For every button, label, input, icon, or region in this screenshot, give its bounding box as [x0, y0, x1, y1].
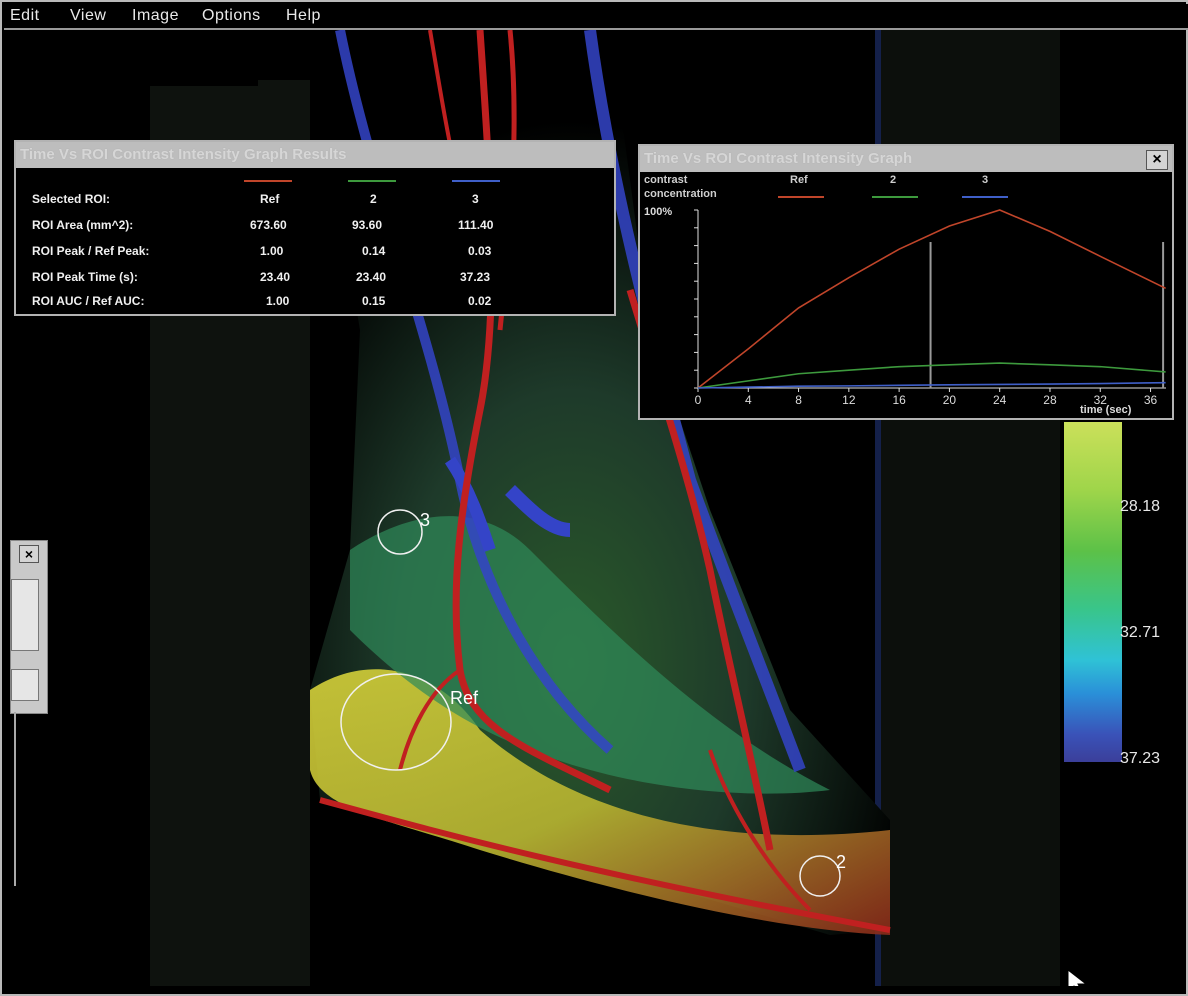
cursor-arrow-icon — [1067, 968, 1088, 986]
row-label: Selected ROI: — [32, 192, 111, 206]
results-panel-title[interactable]: Time Vs ROI Contrast Intensity Graph Res… — [16, 142, 614, 168]
row-value: Ref — [260, 192, 280, 206]
x-tick-label: 16 — [892, 393, 906, 407]
app-window: Edit View Image Options Help 3 Ref 2 Tim… — [0, 0, 1188, 996]
row-value: 1.00 — [260, 244, 284, 258]
results-row: ROI AUC / Ref AUC: 1.00 0.15 0.02 — [32, 294, 608, 314]
series-line-3 — [697, 381, 1166, 389]
row-value: 3 — [472, 192, 479, 206]
row-value: 673.60 — [250, 218, 287, 232]
x-axis-label: time (sec) — [1080, 404, 1132, 416]
roi-2-label: 2 — [836, 852, 847, 872]
row-value: 0.15 — [362, 294, 386, 308]
x-tick-label: 20 — [943, 393, 957, 407]
x-tick-label: 12 — [842, 393, 856, 407]
x-tick-label: 8 — [795, 393, 802, 407]
side-tool-panel[interactable]: × — [10, 540, 48, 714]
row-value: 1.00 — [266, 294, 290, 308]
row-value: 111.40 — [458, 218, 494, 232]
results-row: ROI Area (mm^2): 673.60 93.60 111.40 — [32, 218, 608, 238]
row-value: 0.03 — [468, 244, 492, 258]
roi-3-label: 3 — [420, 510, 431, 530]
row-label: ROI Area (mm^2): — [32, 218, 134, 232]
legend-line-3 — [452, 180, 500, 182]
row-value: 37.23 — [460, 270, 491, 284]
x-tick-label: 24 — [993, 393, 1007, 407]
colorbar-label: 37.23 — [1120, 750, 1161, 767]
legend-line-2 — [348, 180, 396, 182]
row-value: 23.40 — [356, 270, 387, 284]
menu-edit[interactable]: Edit — [10, 7, 40, 25]
legend-line-ref — [244, 180, 292, 182]
menu-help[interactable]: Help — [286, 7, 321, 25]
colorbar-label: 32.71 — [1120, 624, 1161, 641]
contrast-graph-plot: 0 4 8 12 16 20 24 28 32 36 — [694, 209, 1166, 407]
results-panel[interactable]: Time Vs ROI Contrast Intensity Graph Res… — [14, 140, 616, 316]
time-colorbar — [1064, 422, 1122, 762]
row-label: ROI AUC / Ref AUC: — [32, 294, 145, 308]
series-line-ref — [697, 209, 1166, 389]
row-label: ROI Peak / Ref Peak: — [32, 244, 150, 258]
row-value: 0.14 — [362, 244, 386, 258]
toolbar-area — [10, 30, 258, 86]
side-panel-button-2[interactable] — [11, 669, 39, 701]
menu-options[interactable]: Options — [202, 7, 261, 25]
x-tick-label: 28 — [1043, 393, 1057, 407]
menu-image[interactable]: Image — [132, 7, 179, 25]
row-value: 93.60 — [352, 218, 383, 232]
results-row: Selected ROI: Ref 2 3 — [32, 192, 608, 212]
menu-bar: Edit View Image Options Help — [4, 4, 1188, 30]
row-value: 23.40 — [260, 270, 291, 284]
roi-ref-label: Ref — [450, 688, 479, 708]
divider — [14, 712, 16, 886]
results-row: ROI Peak Time (s): 23.40 23.40 37.23 — [32, 270, 608, 290]
side-panel-close-button[interactable]: × — [19, 545, 39, 563]
results-row: ROI Peak / Ref Peak: 1.00 0.14 0.03 — [32, 244, 608, 264]
x-tick-label: 4 — [745, 393, 752, 407]
menu-view[interactable]: View — [70, 7, 106, 25]
x-tick-label: 36 — [1144, 393, 1158, 407]
colorbar-label: 28.18 — [1120, 498, 1161, 515]
graph-panel[interactable]: Time Vs ROI Contrast Intensity Graph × c… — [638, 144, 1174, 420]
row-value: 2 — [370, 192, 377, 206]
row-label: ROI Peak Time (s): — [32, 270, 138, 284]
side-panel-button[interactable] — [11, 579, 39, 651]
row-value: 0.02 — [468, 294, 492, 308]
x-tick-label: 0 — [695, 393, 702, 407]
